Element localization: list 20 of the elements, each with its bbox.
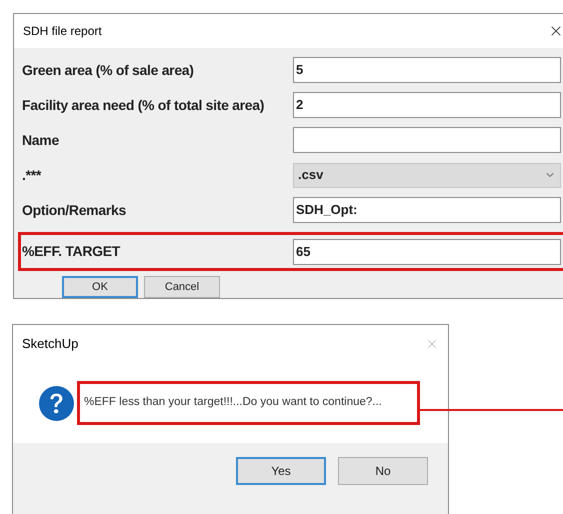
select-field[interactable]: .csv: [293, 162, 561, 188]
input-field[interactable]: [293, 127, 561, 153]
input-field[interactable]: SDH_Opt:: [293, 197, 561, 223]
field-label: Facility area need (% of total site area): [22, 96, 266, 115]
message-text: %EFF less than your target!!!...Do you want to continue?...: [84, 395, 382, 410]
field-label: .***: [22, 166, 42, 184]
dialog-button[interactable]: No: [338, 457, 428, 485]
window-title: SDH file report: [23, 23, 102, 40]
window-title: SketchUp: [22, 335, 78, 354]
dialog-button[interactable]: OK: [62, 276, 138, 298]
field-label: Green area (% of sale area): [22, 60, 195, 80]
field-label: Option/Remarks: [22, 200, 127, 220]
field-label: Name: [22, 130, 60, 150]
dialog-button[interactable]: Cancel: [144, 276, 220, 298]
question-icon: [39, 386, 74, 420]
input-field[interactable]: 65: [293, 238, 561, 264]
input-field[interactable]: 2: [293, 92, 561, 118]
dialog-button[interactable]: Yes: [236, 457, 326, 485]
input-field[interactable]: 5: [293, 57, 561, 83]
field-label: %EFF. TARGET: [22, 242, 122, 261]
